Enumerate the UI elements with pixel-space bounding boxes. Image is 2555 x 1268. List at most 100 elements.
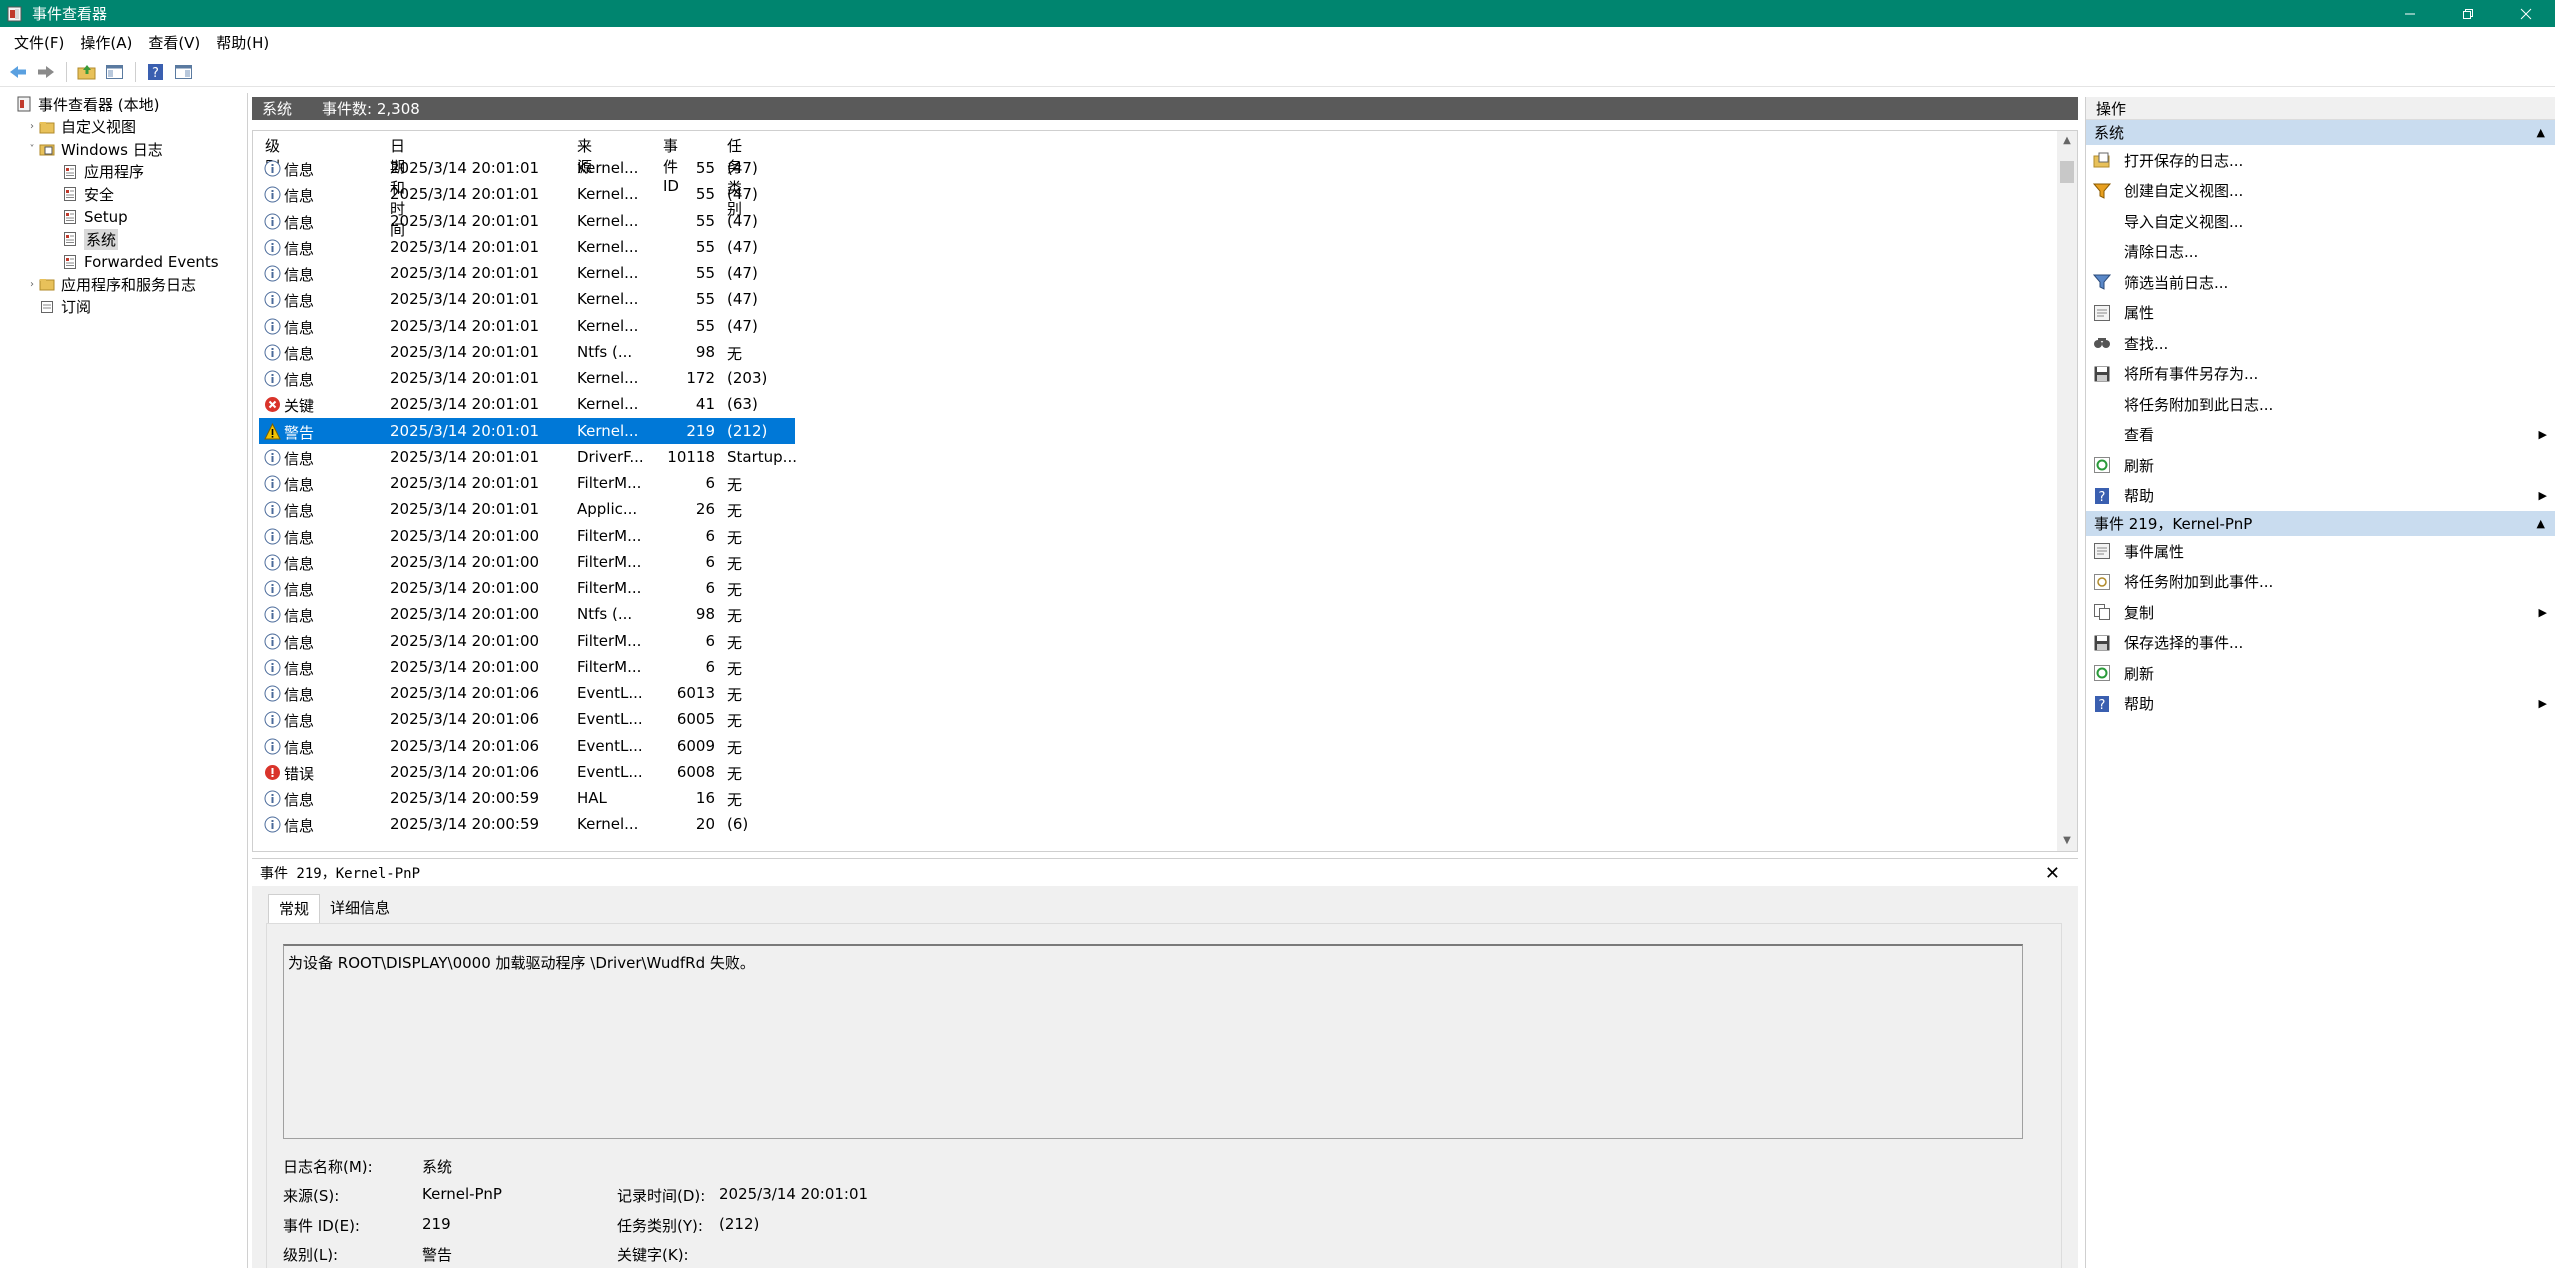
folder-up-icon: [77, 64, 96, 79]
tree-item[interactable]: 事件查看器 (本地): [0, 93, 247, 116]
close-button[interactable]: [2497, 0, 2555, 27]
cell-datetime: 2025/3/14 20:01:00: [390, 552, 540, 571]
console-tree-button[interactable]: [101, 59, 129, 85]
close-detail-icon[interactable]: ✕: [2045, 863, 2060, 884]
action-item[interactable]: 创建自定义视图...: [2086, 176, 2555, 207]
tree-item[interactable]: 应用程序: [0, 161, 247, 184]
event-row[interactable]: 信息 2025/3/14 20:01:06 EventL... 6009 无: [259, 733, 795, 759]
action-item[interactable]: 打开保存的日志...: [2086, 145, 2555, 176]
back-arrow-icon: [10, 65, 26, 78]
cell-datetime: 2025/3/14 20:01:01: [390, 159, 540, 177]
action-item[interactable]: 将任务附加到此事件...: [2086, 567, 2555, 598]
task-category-label: 任务类别(Y):: [617, 1217, 703, 1235]
cell-datetime: 2025/3/14 20:01:06: [390, 762, 540, 781]
collapse-icon[interactable]: ▲: [2537, 517, 2545, 530]
tree-item[interactable]: Setup: [0, 206, 247, 229]
event-row[interactable]: 信息 2025/3/14 20:01:00 FilterM... 6 无: [259, 523, 795, 549]
action-item[interactable]: 刷新: [2086, 450, 2555, 481]
event-row[interactable]: 信息 2025/3/14 20:01:01 FilterM... 6 无: [259, 470, 795, 496]
event-row[interactable]: 信息 2025/3/14 20:01:00 Ntfs (... 98 无: [259, 601, 795, 627]
minimize-button[interactable]: [2381, 0, 2439, 27]
event-row[interactable]: 警告 2025/3/14 20:01:01 Kernel... 219 (212): [259, 417, 795, 444]
event-row[interactable]: 信息 2025/3/14 20:01:00 FilterM... 6 无: [259, 575, 795, 601]
action-item[interactable]: 属性: [2086, 298, 2555, 329]
info-icon: [264, 291, 281, 308]
event-row[interactable]: 信息 2025/3/14 20:01:01 Ntfs (... 98 无: [259, 339, 795, 365]
action-item[interactable]: 将所有事件另存为...: [2086, 359, 2555, 390]
event-row[interactable]: 信息 2025/3/14 20:01:01 Kernel... 172 (203): [259, 365, 795, 391]
action-item[interactable]: 清除日志...: [2086, 237, 2555, 268]
menu-view[interactable]: 查看(V): [140, 32, 208, 53]
back-button[interactable]: [4, 59, 32, 85]
event-row[interactable]: 信息 2025/3/14 20:01:00 FilterM... 6 无: [259, 549, 795, 575]
menu-help[interactable]: 帮助(H): [208, 32, 277, 53]
action-item[interactable]: 复制 ▶: [2086, 597, 2555, 628]
cell-task-category: (47): [727, 211, 758, 230]
tree-item[interactable]: ˅ Windows 日志: [0, 138, 247, 161]
event-row[interactable]: 信息 2025/3/14 20:01:01 Applic... 26 无: [259, 496, 795, 522]
event-row[interactable]: 信息 2025/3/14 20:01:06 EventL... 6013 无: [259, 680, 795, 706]
event-row[interactable]: 信息 2025/3/14 20:01:01 DriverF... 10118 Start…: [259, 444, 797, 470]
event-row[interactable]: 信息 2025/3/14 20:01:01 Kernel... 55 (47): [259, 260, 795, 286]
scroll-down-icon[interactable]: ▼: [2061, 835, 2073, 847]
tree-item[interactable]: 安全: [0, 183, 247, 206]
event-row[interactable]: 信息 2025/3/14 20:01:00 FilterM... 6 无: [259, 654, 795, 680]
event-row[interactable]: 信息 2025/3/14 20:01:01 Kernel... 55 (47): [259, 313, 795, 339]
action-item[interactable]: 查找...: [2086, 328, 2555, 359]
action-item[interactable]: 将任务附加到此日志...: [2086, 389, 2555, 420]
tree-item[interactable]: 系统: [0, 228, 247, 251]
help-toolbar-button[interactable]: ?: [142, 59, 170, 85]
cell-datetime: 2025/3/14 20:01:01: [390, 369, 540, 387]
event-row[interactable]: 错误 2025/3/14 20:01:06 EventL... 6008 无: [259, 759, 795, 785]
event-row[interactable]: 信息 2025/3/14 20:01:01 Kernel... 55 (47): [259, 181, 795, 207]
event-list-scrollbar[interactable]: ▲ ▼: [2057, 131, 2077, 851]
menu-file[interactable]: 文件(F): [6, 32, 72, 53]
menu-action[interactable]: 操作(A): [72, 32, 140, 53]
event-row[interactable]: 信息 2025/3/14 20:01:01 Kernel... 55 (47): [259, 234, 795, 260]
tab-general[interactable]: 常规: [268, 894, 321, 925]
event-row[interactable]: 信息 2025/3/14 20:01:01 Kernel... 55 (47): [259, 208, 795, 234]
action-item[interactable]: 保存选择的事件...: [2086, 628, 2555, 659]
event-row[interactable]: 信息 2025/3/14 20:01:06 EventL... 6005 无: [259, 706, 795, 732]
tree-item[interactable]: › 应用程序和服务日志: [0, 273, 247, 296]
actions-section-log[interactable]: 系统 ▲: [2086, 120, 2555, 145]
toolbar-separator: [66, 61, 67, 82]
event-row[interactable]: 信息 2025/3/14 20:01:01 Kernel... 55 (47): [259, 155, 795, 181]
event-row[interactable]: 信息 2025/3/14 20:00:59 HAL 16 无: [259, 785, 795, 811]
tab-details[interactable]: 详细信息: [320, 894, 400, 925]
tree-item[interactable]: › 自定义视图: [0, 116, 247, 139]
action-pane-button[interactable]: [170, 59, 198, 85]
action-item[interactable]: 导入自定义视图...: [2086, 206, 2555, 237]
scroll-thumb[interactable]: [2060, 161, 2074, 183]
cell-task-category: 无: [727, 554, 743, 573]
cell-event-id: 6: [705, 474, 715, 492]
forward-button[interactable]: [32, 59, 60, 85]
minimize-icon: [2405, 13, 2415, 14]
restore-button[interactable]: [2439, 0, 2497, 27]
action-item[interactable]: 筛选当前日志...: [2086, 267, 2555, 298]
action-item[interactable]: 刷新: [2086, 658, 2555, 689]
tree-item[interactable]: 订阅: [0, 296, 247, 319]
event-row[interactable]: 信息 2025/3/14 20:01:00 FilterM... 6 无: [259, 628, 795, 654]
cell-level: 警告: [284, 423, 315, 442]
submenu-arrow-icon: ▶: [2538, 697, 2547, 711]
collapse-icon[interactable]: ▲: [2537, 126, 2545, 139]
chevron-right-icon[interactable]: ›: [25, 277, 39, 291]
cell-event-id: 6: [705, 552, 715, 571]
actions-section-event[interactable]: 事件 219，Kernel-PnP ▲: [2086, 511, 2555, 536]
event-row[interactable]: 关键 2025/3/14 20:01:01 Kernel... 41 (63): [259, 391, 795, 417]
action-item[interactable]: 事件属性: [2086, 536, 2555, 567]
action-item[interactable]: 查看 ▶: [2086, 420, 2555, 451]
action-item[interactable]: ? 帮助 ▶: [2086, 689, 2555, 720]
chevron-down-icon[interactable]: ˅: [25, 142, 39, 156]
event-message[interactable]: 为设备 ROOT\DISPLAY\0000 加载驱动程序 \Driver\Wud…: [283, 944, 2023, 1139]
log-icon: [62, 254, 78, 270]
action-item[interactable]: ? 帮助 ▶: [2086, 481, 2555, 512]
event-row[interactable]: 信息 2025/3/14 20:01:01 Kernel... 55 (47): [259, 286, 795, 312]
scroll-up-icon[interactable]: ▲: [2061, 135, 2073, 147]
cell-datetime: 2025/3/14 20:01:00: [390, 605, 540, 624]
event-row[interactable]: 信息 2025/3/14 20:00:59 Kernel... 20 (6): [259, 811, 795, 837]
chevron-right-icon[interactable]: ›: [25, 120, 39, 134]
tree-item[interactable]: Forwarded Events: [0, 251, 247, 274]
up-folder-button[interactable]: [73, 59, 101, 85]
